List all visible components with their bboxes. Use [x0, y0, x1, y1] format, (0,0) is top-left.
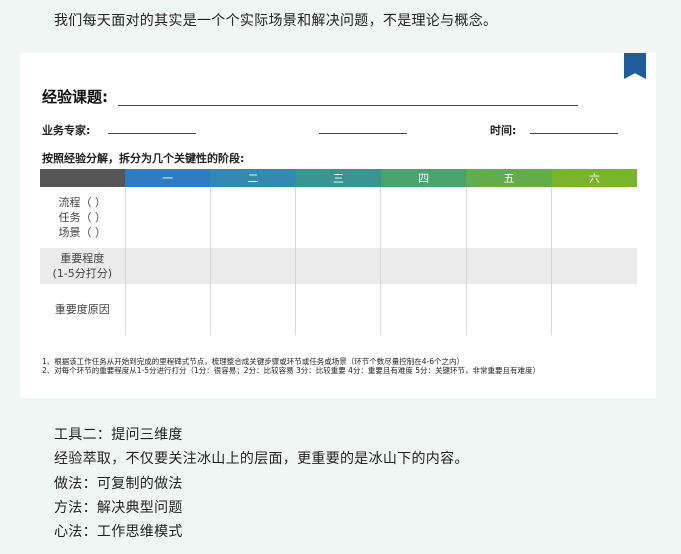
table-cell: [380, 187, 467, 248]
table-cell: [380, 284, 467, 335]
table-cell: [465, 187, 552, 248]
table-row: 重要度原因: [40, 284, 637, 335]
header-corner: [40, 169, 125, 187]
row-label-line: 任务（ ）: [58, 211, 107, 224]
table-cell: [295, 187, 381, 248]
table-cell: [124, 187, 211, 248]
stage-header: 一: [125, 169, 211, 187]
note-line: 2、对每个环节的重要程度从1-5分进行打分（1分：很容易；2分：比较容易 3分：…: [42, 366, 541, 375]
table-cell: [124, 248, 211, 284]
stage-header: 四: [380, 169, 467, 187]
stage-table: 一 二 三 四 五 六 流程（ ） 任务（ ） 场景（ ） 重要程度 (1-5分…: [40, 169, 637, 335]
row-label-line: 流程（ ）: [58, 196, 107, 209]
row-label-line: 重要程度: [60, 252, 105, 265]
time-label: 时间:: [490, 124, 517, 137]
table-cell: [465, 248, 552, 284]
table-row: 重要程度 (1-5分打分): [40, 248, 637, 284]
table-cell: [209, 187, 296, 248]
form-title-label: 经验课题:: [42, 88, 108, 106]
expert-label: 业务专家:: [42, 124, 91, 137]
title-underline: [118, 105, 578, 106]
experience-form-image: 经验课题: 业务专家: 时间: 按照经验分解，拆分为几个关键性的阶段: 一 二 …: [20, 53, 656, 398]
stage-header: 三: [295, 169, 381, 187]
paragraph-iceberg: 经验萃取，不仅要关注冰山上的层面，更重要的是冰山下的内容。: [54, 451, 469, 467]
row-label-line: (1-5分打分): [52, 267, 113, 280]
intro-text: 我们每天面对的其实是一个个实际场景和解决问题，不是理论与概念。: [54, 13, 498, 29]
form-subheading: 按照经验分解，拆分为几个关键性的阶段:: [42, 152, 245, 165]
table-cell: [209, 248, 296, 284]
row-label-process: 流程（ ） 任务（ ） 场景（ ）: [40, 187, 125, 248]
paragraph-practice: 做法：可复制的做法: [54, 476, 183, 492]
paragraph-tool-two: 工具二：提问三维度: [54, 427, 183, 443]
table-cell: [295, 248, 381, 284]
stage-header: 二: [210, 169, 296, 187]
note-line: 1、根据该工作任务从开始到完成的里程碑式节点，梳理整合成关键步骤或环节或任务或场…: [42, 357, 465, 366]
table-cell: [124, 284, 211, 335]
row-label-line: 重要度原因: [54, 303, 110, 316]
row-label-reason: 重要度原因: [40, 284, 125, 335]
table-cell: [551, 187, 637, 248]
stage-header-row: 一 二 三 四 五 六: [40, 169, 637, 187]
row-label-importance: 重要程度 (1-5分打分): [40, 248, 125, 284]
stage-header: 六: [551, 169, 637, 187]
table-cell: [380, 248, 467, 284]
bookmark-icon: [624, 53, 646, 79]
table-cell: [209, 284, 296, 335]
stage-header: 五: [466, 169, 552, 187]
form-notes: 1、根据该工作任务从开始到完成的里程碑式节点，梳理整合成关键步骤或环节或任务或场…: [42, 357, 642, 375]
table-row: 流程（ ） 任务（ ） 场景（ ）: [40, 187, 637, 248]
table-cell: [465, 284, 552, 335]
expert-underline-1: [108, 133, 196, 134]
paragraph-mindset: 心法：工作思维模式: [54, 524, 183, 540]
table-cell: [551, 284, 637, 335]
table-cell: [551, 248, 637, 284]
table-cell: [295, 284, 381, 335]
paragraph-method: 方法：解决典型问题: [54, 500, 183, 516]
row-label-line: 场景（ ）: [58, 226, 107, 239]
time-underline: [530, 133, 618, 134]
expert-underline-2: [319, 133, 407, 134]
form-title: 经验课题:: [42, 86, 108, 107]
